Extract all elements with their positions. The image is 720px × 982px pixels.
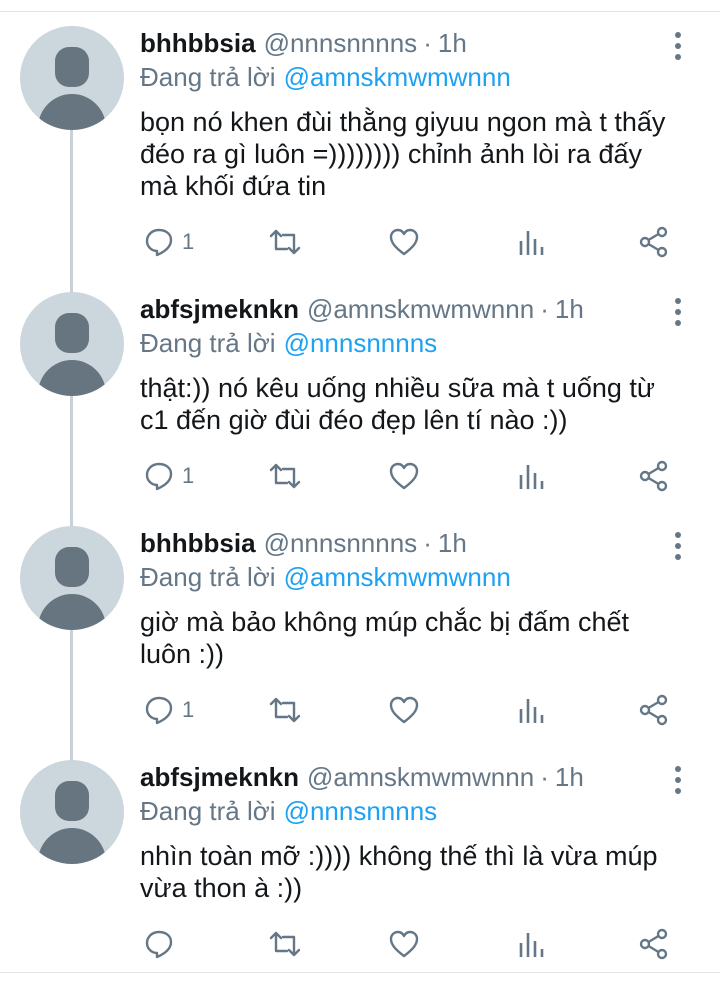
share-icon [639,928,668,960]
retweet-icon [269,463,301,489]
more-vertical-icon[interactable] [664,528,692,564]
tweet-actions [140,924,680,964]
avatar[interactable] [20,760,124,864]
reply-count: 1 [182,697,195,722]
display-name[interactable]: bhhbbsia [140,28,256,59]
analytics-icon [519,933,544,957]
analytics-button[interactable] [518,222,544,262]
reply-prefix: Đang trả lời [140,327,276,358]
thread-connector [70,396,73,526]
tweet-text: thật:)) nó kêu uống nhiều sữa mà t uống … [140,373,655,435]
share-button[interactable] [638,222,670,262]
thread-connector [70,130,73,292]
tweet-header: bhhbbsia @nnnsnnnns · 1h [140,26,680,60]
retweet-button[interactable] [268,456,302,496]
display-name[interactable]: abfsjmeknkn [140,762,299,793]
analytics-icon [519,231,544,255]
user-handle[interactable]: @amnskmwmwnnn [307,762,534,793]
share-icon [639,694,668,726]
timestamp[interactable]: 1h [555,294,584,325]
reply-icon [145,462,173,491]
more-vertical-icon[interactable] [664,762,692,798]
reply-context: Đang trả lời @amnskmwmwnnn [140,560,680,594]
reply-context: Đang trả lời @amnskmwmwnnn [140,60,680,94]
user-handle[interactable]: @nnnsnnnns [264,528,418,559]
retweet-icon [269,229,301,255]
thread-connector [70,630,73,760]
share-button[interactable] [638,690,670,730]
reply-icon [145,228,173,257]
avatar[interactable] [20,292,124,396]
tweet-actions: 1 [140,690,680,730]
reply-prefix: Đang trả lời [140,795,276,826]
analytics-icon [519,465,544,489]
display-name[interactable]: bhhbbsia [140,528,256,559]
reply-mention-link[interactable]: @amnskmwmwnnn [284,62,511,93]
retweet-button[interactable] [268,222,302,262]
reply-mention-link[interactable]: @nnnsnnnns [284,796,438,827]
like-button[interactable] [388,222,420,262]
like-button[interactable] [388,690,420,730]
reply-mention-link[interactable]: @nnnsnnnns [284,328,438,359]
top-divider [0,0,720,12]
more-vertical-icon[interactable] [664,28,692,64]
analytics-button[interactable] [518,924,544,964]
share-button[interactable] [638,924,670,964]
retweet-icon [269,931,301,957]
tweet-header: abfsjmeknkn @amnskmwmwnnn · 1h [140,760,680,794]
reply-context: Đang trả lời @nnnsnnnns [140,326,680,360]
reply-mention-link[interactable]: @amnskmwmwnnn [284,562,511,593]
reply-icon [145,930,173,959]
retweet-button[interactable] [268,690,302,730]
tweet-text: bọn nó khen đùi thằng giyuu ngon mà t th… [140,107,666,201]
like-icon [389,696,419,724]
bottom-divider [0,972,720,973]
reply-button[interactable]: 1 [144,222,194,262]
reply-button[interactable]: 1 [144,690,194,730]
separator-dot: · [540,293,549,324]
like-icon [389,462,419,490]
tweet-text: nhìn toàn mỡ :)))) không thế thì là vừa … [140,841,658,903]
reply-button[interactable]: 1 [144,456,194,496]
share-icon [639,460,668,492]
tweet-header: bhhbbsia @nnnsnnnns · 1h [140,526,680,560]
like-icon [389,930,419,958]
tweet-actions: 1 [140,222,680,262]
separator-dot: · [423,527,432,558]
share-icon [639,226,668,258]
display-name[interactable]: abfsjmeknkn [140,294,299,325]
user-handle[interactable]: @amnskmwmwnnn [307,294,534,325]
analytics-button[interactable] [518,690,544,730]
like-icon [389,228,419,256]
share-button[interactable] [638,456,670,496]
analytics-button[interactable] [518,456,544,496]
timestamp[interactable]: 1h [438,528,467,559]
analytics-icon [519,699,544,723]
reply-icon [145,696,173,725]
separator-dot: · [540,761,549,792]
retweet-button[interactable] [268,924,302,964]
tweet-text: giờ mà bảo không múp chắc bị đấm chết lu… [140,607,629,669]
reply-prefix: Đang trả lời [140,61,276,92]
avatar[interactable] [20,526,124,630]
reply-button[interactable] [144,924,182,964]
timestamp[interactable]: 1h [555,762,584,793]
separator-dot: · [423,27,432,58]
user-handle[interactable]: @nnnsnnnns [264,28,418,59]
like-button[interactable] [388,924,420,964]
timestamp[interactable]: 1h [438,28,467,59]
reply-context: Đang trả lời @nnnsnnnns [140,794,680,828]
retweet-icon [269,697,301,723]
avatar[interactable] [20,26,124,130]
reply-prefix: Đang trả lời [140,561,276,592]
like-button[interactable] [388,456,420,496]
tweet-actions: 1 [140,456,680,496]
reply-count: 1 [182,463,195,488]
reply-count: 1 [182,229,195,254]
more-vertical-icon[interactable] [664,294,692,330]
tweet-header: abfsjmeknkn @amnskmwmwnnn · 1h [140,292,680,326]
